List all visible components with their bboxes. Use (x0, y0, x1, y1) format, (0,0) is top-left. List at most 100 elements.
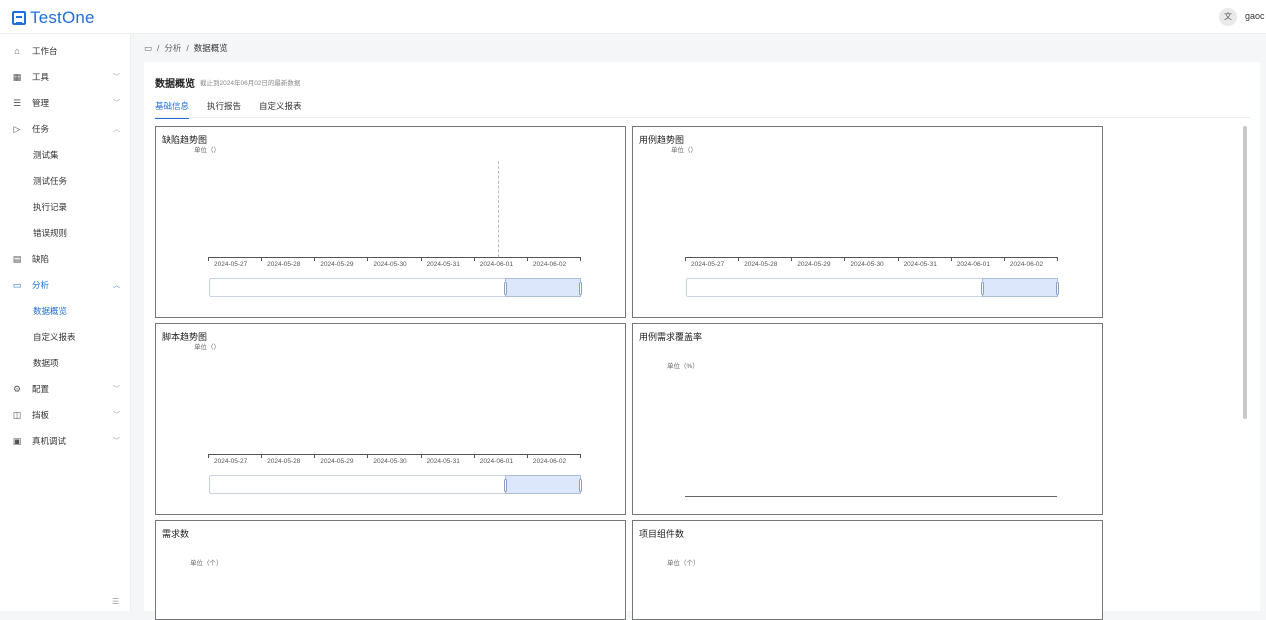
logo-text: TestOne (30, 8, 95, 27)
x-axis-tick (367, 454, 369, 458)
sidebar-item-6[interactable]: 执行记录 (0, 197, 131, 217)
sidebar-item-label: 数据概览 (33, 306, 68, 316)
device-icon: ▣ (12, 436, 22, 446)
vertical-scrollbar[interactable] (1243, 126, 1247, 419)
card-unit: 单位（个） (667, 560, 700, 567)
requirements-card: 需求数 单位（个） (155, 520, 626, 620)
x-axis-tick-label: 2024-05-28 (267, 261, 301, 268)
breadcrumb: ▭ / 分析 / 数据概览 (144, 42, 228, 54)
x-axis-tick-label: 2024-05-31 (426, 458, 460, 465)
breadcrumb-home-icon[interactable]: ▭ (144, 43, 152, 54)
datazoom-handle-left[interactable] (504, 479, 507, 492)
datazoom-handle-right[interactable] (1056, 282, 1059, 295)
x-axis-tick-label: 2024-05-28 (744, 261, 778, 268)
defect-trend-card: 缺陷趋势图 单位（） 2024-05-27 2024-05-28 2024-05-2… (155, 126, 626, 318)
card-unit: 单位（） (194, 344, 220, 351)
datazoom-selection[interactable] (504, 278, 582, 297)
x-axis-tick (685, 257, 686, 261)
x-axis-tick (367, 257, 369, 261)
x-axis-tick (473, 454, 475, 458)
grid-icon: ▦ (12, 72, 22, 82)
sidebar-item-label: 错误规则 (33, 228, 68, 238)
sidebar-item-12[interactable]: 数据项 (0, 353, 131, 373)
x-axis-tick (580, 454, 581, 458)
sidebar-item-label: 工作台 (32, 46, 58, 56)
datazoom-slider[interactable] (209, 278, 582, 297)
x-axis-tick (314, 454, 316, 458)
x-axis (685, 496, 1057, 497)
sidebar-item-3[interactable]: ▷ 任务 ︿ (0, 119, 131, 139)
x-axis-tick (261, 454, 263, 458)
chevron-icon: ﹀ (113, 412, 120, 419)
chevron-icon: ﹀ (113, 100, 120, 107)
script-trend-card: 脚本趋势图 单位（） 2024-05-27 2024-05-28 2024-05-2… (155, 323, 626, 515)
x-axis-tick-label: 2024-05-29 (320, 458, 354, 465)
x-axis-tick-label: 2024-05-29 (797, 261, 831, 268)
sidebar-item-label: 测试任务 (33, 176, 68, 186)
x-axis-tick-label: 2024-05-29 (320, 261, 354, 268)
x-axis-tick-label: 2024-06-02 (532, 458, 567, 465)
app-logo[interactable]: TestOne (12, 8, 95, 28)
sidebar-item-15[interactable]: ▣ 真机调试 ﹀ (0, 431, 131, 451)
home-icon: ⌂ (14, 46, 20, 56)
coverage-card: 用例需求覆盖率 单位（%） (632, 323, 1103, 515)
x-axis-tick-label: 2024-05-30 (373, 458, 407, 465)
x-axis-tick (791, 257, 793, 261)
x-axis-tick-label: 2024-05-30 (850, 261, 884, 268)
datazoom-handle-left[interactable] (504, 282, 507, 295)
sidebar-item-2[interactable]: ☰ 管理 ﹀ (0, 93, 131, 113)
card-title: 项目组件数 (639, 529, 685, 539)
x-axis-tick (208, 257, 209, 261)
x-axis-tick-label: 2024-05-27 (214, 458, 248, 465)
x-axis-tick (420, 257, 422, 261)
datazoom-slider[interactable] (686, 278, 1059, 297)
datazoom-handle-right[interactable] (579, 479, 582, 492)
datazoom-selection[interactable] (981, 278, 1059, 297)
gear-icon: ⚙ (12, 384, 22, 394)
card-title: 用例需求覆盖率 (639, 332, 703, 342)
breadcrumb-analysis[interactable]: 分析 (164, 42, 181, 54)
x-axis-tick-label: 2024-05-30 (373, 261, 407, 268)
user-name[interactable]: gaoc (1245, 11, 1265, 21)
x-axis-tick-label: 2024-05-27 (214, 261, 248, 268)
sidebar-item-1[interactable]: ▦ 工具 ﹀ (0, 67, 131, 87)
sidebar-item-label: 工具 (32, 72, 50, 82)
sidebar-item-10[interactable]: 数据概览 (0, 301, 131, 321)
x-axis-tick-label: 2024-06-02 (532, 261, 567, 268)
sidebar-item-label: 真机调试 (32, 436, 67, 446)
x-axis-tick-label: 2024-05-28 (267, 458, 301, 465)
x-axis-tick (950, 257, 952, 261)
x-axis-tick (261, 257, 263, 261)
sidebar-item-label: 分析 (32, 280, 50, 290)
sidebar-item-label: 挡板 (32, 410, 50, 420)
sidebar-item-13[interactable]: ⚙ 配置 ﹀ (0, 379, 131, 399)
sidebar-item-label: 缺陷 (32, 254, 50, 264)
sidebar-item-7[interactable]: 错误规则 (0, 223, 131, 243)
send-icon: ▷ (13, 124, 21, 134)
sidebar-item-5[interactable]: 测试任务 (0, 171, 131, 191)
sidebar-item-14[interactable]: ◫ 挡板 ﹀ (0, 405, 131, 425)
sidebar-item-8[interactable]: ▤ 缺陷 (0, 249, 131, 269)
datazoom-handle-left[interactable] (981, 282, 984, 295)
x-axis-tick (314, 257, 316, 261)
list-icon: ☰ (12, 98, 22, 108)
datazoom-slider[interactable] (209, 475, 582, 494)
x-axis-tick (580, 257, 581, 261)
datazoom-selection[interactable] (504, 475, 582, 494)
sidebar-collapse-icon[interactable]: ☰ (112, 597, 119, 606)
x-axis (208, 257, 580, 258)
sidebar-item-11[interactable]: 自定义报表 (0, 327, 131, 347)
card-title: 需求数 (162, 529, 190, 539)
sidebar-item-4[interactable]: 测试集 (0, 145, 131, 165)
language-switch-icon[interactable]: 文 (1219, 8, 1237, 26)
breadcrumb-separator: / (157, 43, 160, 53)
datazoom-handle-right[interactable] (579, 282, 582, 295)
sidebar-item-label: 任务 (32, 124, 50, 134)
sidebar-item-9[interactable]: ▭ 分析 ︿ (0, 275, 131, 295)
document-icon: ▤ (12, 254, 22, 264)
sidebar-item-0[interactable]: ⌂ 工作台 (0, 41, 131, 61)
x-axis-tick (1057, 257, 1058, 261)
main-panel: 数据概览 截止到2024年06月02日的最新数据 基础信息 执行报告 自定义报表… (144, 62, 1260, 620)
page-subtitle: 截止到2024年06月02日的最新数据 (200, 80, 301, 87)
x-axis-tick-label: 2024-05-31 (903, 261, 937, 268)
